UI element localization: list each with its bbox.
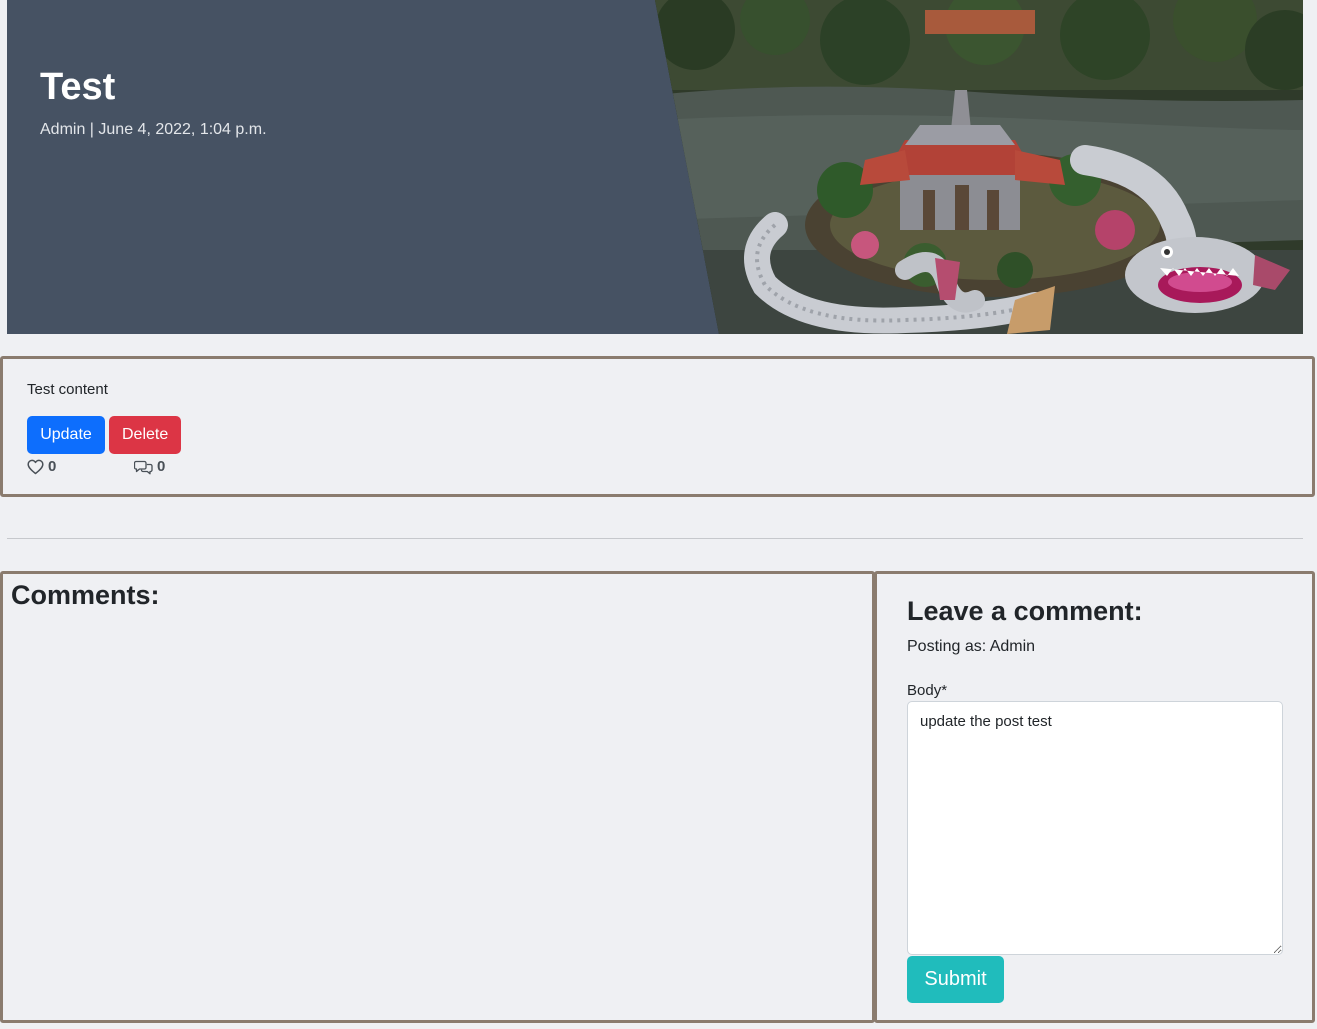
delete-button[interactable]: Delete bbox=[109, 416, 181, 454]
post-masthead: Test Admin | June 4, 2022, 1:04 p.m. bbox=[7, 0, 1303, 334]
post-featured-image bbox=[655, 0, 1303, 334]
submit-button[interactable]: Submit bbox=[907, 956, 1004, 1003]
heart-outline-icon[interactable] bbox=[27, 459, 44, 475]
comments-panel: Comments: bbox=[0, 571, 875, 1023]
comment-form-panel: Leave a comment: Posting as: Admin Body*… bbox=[874, 571, 1315, 1023]
posting-as-text: Posting as: Admin bbox=[907, 638, 1036, 655]
body-field-label: Body* bbox=[907, 682, 948, 699]
like-count: 0 bbox=[48, 458, 57, 475]
like-counter[interactable]: 0 bbox=[27, 458, 56, 475]
comment-count: 0 bbox=[157, 458, 166, 475]
comment-counter: 0 bbox=[134, 458, 165, 475]
section-divider bbox=[7, 538, 1303, 539]
comment-body-textarea[interactable]: update the post test bbox=[907, 701, 1283, 955]
post-title: Test bbox=[40, 66, 116, 108]
post-body-card: Test content Update Delete 0 0 bbox=[0, 356, 1315, 497]
comments-heading: Comments: bbox=[11, 580, 160, 610]
comment-form-heading: Leave a comment: bbox=[907, 596, 1143, 626]
post-content: Test content bbox=[27, 381, 108, 398]
post-author-date: Admin | June 4, 2022, 1:04 p.m. bbox=[40, 121, 267, 138]
chat-bubbles-icon bbox=[134, 459, 153, 475]
update-button[interactable]: Update bbox=[27, 416, 105, 454]
